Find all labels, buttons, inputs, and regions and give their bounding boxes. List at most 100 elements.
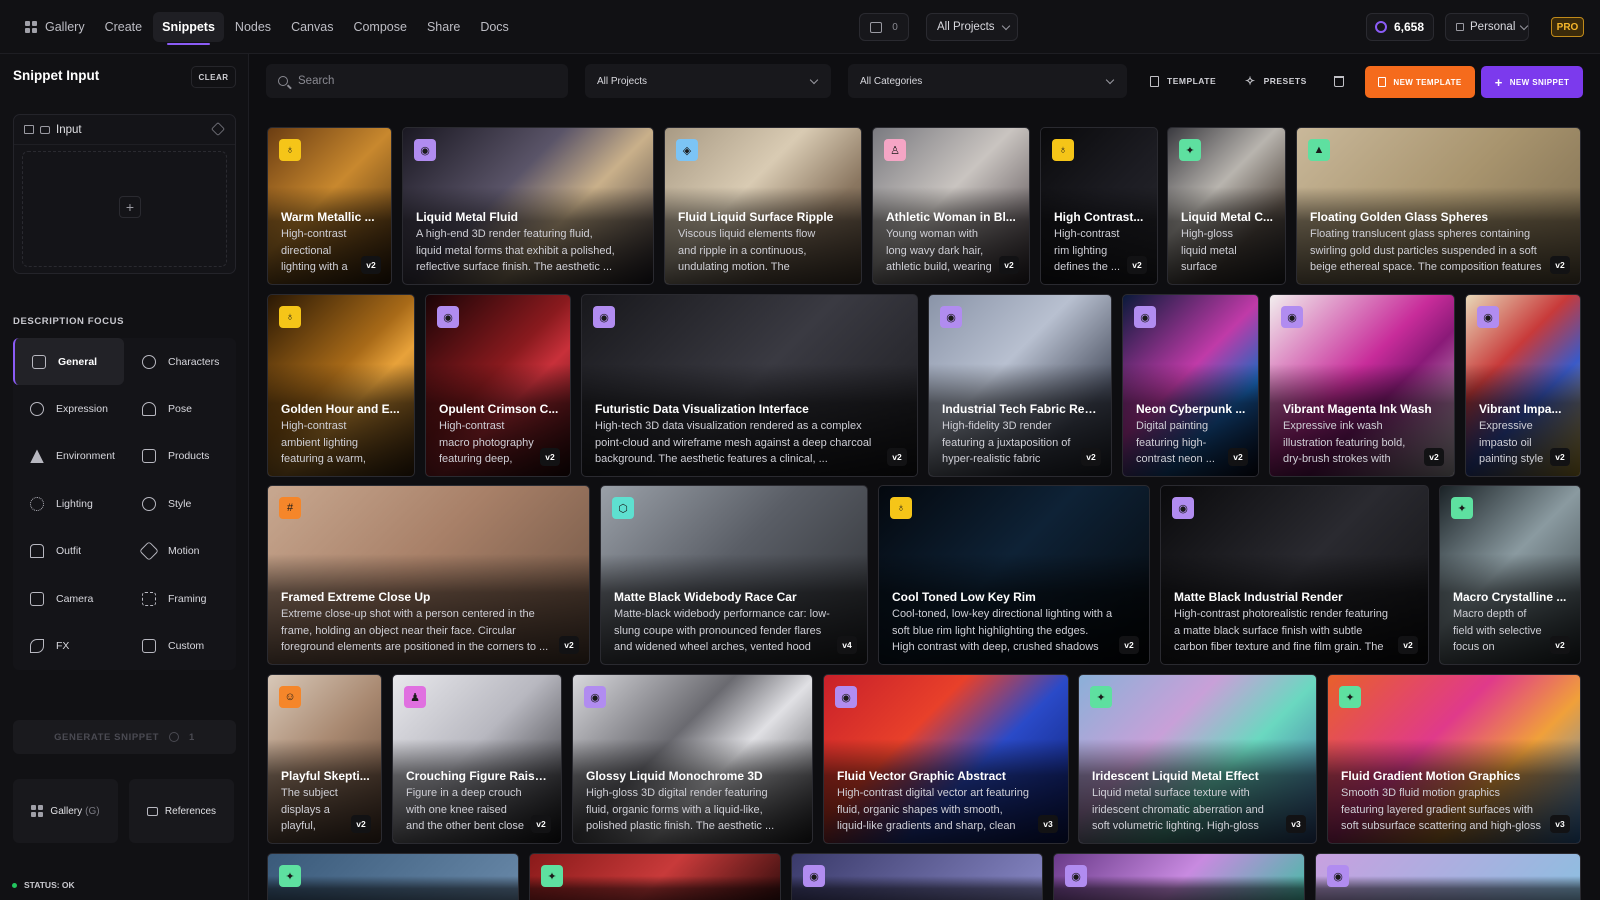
version-badge: v2 bbox=[1398, 636, 1418, 654]
nav-nodes[interactable]: Nodes bbox=[226, 12, 280, 42]
snippet-card[interactable]: ◉ Glossy Liquid Monochrome 3D High-gloss 3… bbox=[572, 674, 813, 844]
generate-snippet-button[interactable]: GENERATE SNIPPET 1 bbox=[13, 720, 236, 754]
snippet-card[interactable]: ◉ Industrial Tech Fabric Ren... High-fidel… bbox=[928, 294, 1112, 477]
sparkle-icon: ✧ bbox=[1245, 74, 1256, 88]
new-template-button[interactable]: NEW TEMPLATE bbox=[1365, 66, 1475, 98]
snippet-card[interactable]: ✦ Fluid Gradient Motion Graphics Smooth 3D… bbox=[1327, 674, 1581, 844]
gallery-button[interactable]: Gallery (G) bbox=[13, 779, 118, 843]
snippet-card[interactable]: ✦ Iridescent Liquid Metal Effect Liquid me… bbox=[1078, 674, 1317, 844]
version-badge: v2 bbox=[531, 815, 551, 833]
nav-share[interactable]: Share bbox=[418, 12, 469, 42]
snippet-card[interactable]: ✦ bbox=[267, 853, 519, 900]
new-template-label: NEW TEMPLATE bbox=[1393, 77, 1462, 87]
template-button[interactable]: TEMPLATE bbox=[1150, 64, 1216, 98]
status-dot-icon bbox=[12, 882, 17, 888]
focus-products[interactable]: Products bbox=[125, 433, 236, 480]
version-badge: v2 bbox=[1550, 448, 1570, 466]
snippet-card[interactable]: ♁ Warm Metallic ... High-contrast directio… bbox=[267, 127, 392, 285]
card-title: High Contrast... bbox=[1054, 210, 1144, 224]
search-input[interactable]: Search bbox=[266, 64, 568, 98]
box-icon bbox=[142, 449, 156, 464]
focus-lighting[interactable]: Lighting bbox=[13, 480, 124, 527]
focus-camera[interactable]: Camera bbox=[13, 575, 124, 622]
delete-button[interactable] bbox=[1334, 64, 1344, 98]
snippet-card[interactable]: ♁ Golden Hour and E... High-contrast ambie… bbox=[267, 294, 415, 477]
snippet-card[interactable]: ◉ Fluid Vector Graphic Abstract High-contr… bbox=[823, 674, 1069, 844]
categories-filter[interactable]: All Categories bbox=[848, 64, 1127, 98]
bulb-icon: ♁ bbox=[279, 139, 301, 161]
generate-label: GENERATE SNIPPET bbox=[54, 731, 160, 743]
focus-framing[interactable]: Framing bbox=[125, 575, 236, 622]
cart-icon bbox=[870, 21, 883, 33]
snippet-card[interactable]: ◉ Vibrant Impa... Expressive impasto oil p… bbox=[1465, 294, 1581, 477]
focus-characters[interactable]: Characters bbox=[125, 338, 236, 385]
new-snippet-button[interactable]: + NEW SNIPPET bbox=[1481, 66, 1583, 98]
focus-expression[interactable]: Expression bbox=[13, 385, 124, 432]
projects-filter[interactable]: All Projects bbox=[585, 64, 831, 98]
chevron-down-icon bbox=[1105, 75, 1115, 84]
workspace-select[interactable]: Personal bbox=[1445, 13, 1529, 41]
snippet-card[interactable]: ✦ Macro Crystalline ... Macro depth of fie… bbox=[1439, 485, 1581, 665]
input-dropzone[interactable]: + bbox=[22, 151, 227, 267]
snippet-card[interactable]: ♁ High Contrast... High-contrast rim light… bbox=[1040, 127, 1158, 285]
references-button[interactable]: References bbox=[129, 779, 234, 843]
snippet-card[interactable]: ◈ Fluid Liquid Surface Ripple Viscous liqu… bbox=[664, 127, 862, 285]
nav-create[interactable]: Create bbox=[96, 12, 152, 42]
snippet-card[interactable]: ◉ bbox=[1315, 853, 1581, 900]
snippet-card[interactable]: ▲ Floating Golden Glass Spheres Floating t… bbox=[1296, 127, 1581, 285]
focus-pose[interactable]: Pose bbox=[125, 385, 236, 432]
nav-gallery[interactable]: Gallery bbox=[16, 12, 94, 42]
file-icon bbox=[1378, 77, 1387, 87]
focus-label: General bbox=[58, 355, 98, 368]
snippet-card[interactable]: ✦ Liquid Metal C... High-gloss liquid meta… bbox=[1167, 127, 1286, 285]
plan-badge[interactable]: PRO bbox=[1551, 17, 1584, 37]
focus-custom[interactable]: Custom bbox=[125, 622, 236, 669]
snippet-card[interactable]: ♟ Crouching Figure Raise... Figure in a de… bbox=[392, 674, 562, 844]
nav-docs[interactable]: Docs bbox=[471, 12, 517, 42]
snippet-card[interactable]: # Framed Extreme Close Up Extreme close-up… bbox=[267, 485, 590, 665]
card-description: Viscous liquid elements flow and ripple … bbox=[678, 228, 816, 273]
version-badge: v2 bbox=[1550, 256, 1570, 274]
snippet-card[interactable]: ☺ Playful Skepti... The subject displays a… bbox=[267, 674, 382, 844]
snippet-card[interactable]: ✦ bbox=[529, 853, 781, 900]
presets-button[interactable]: ✧ PRESETS bbox=[1245, 64, 1307, 98]
focus-fx[interactable]: FX bbox=[13, 622, 124, 669]
coin-icon bbox=[169, 732, 180, 742]
add-input-button[interactable]: + bbox=[119, 196, 141, 218]
sidebar-title: Snippet Input bbox=[13, 68, 100, 83]
nav-snippets[interactable]: Snippets bbox=[153, 11, 224, 45]
clear-button[interactable]: CLEAR bbox=[191, 66, 236, 88]
presets-label: PRESETS bbox=[1263, 76, 1307, 86]
card-title: Liquid Metal C... bbox=[1181, 210, 1273, 224]
snippet-card[interactable]: ◉ Opulent Crimson C... High-contrast macro… bbox=[425, 294, 571, 477]
focus-general[interactable]: General bbox=[13, 338, 124, 386]
snippet-card[interactable]: ◉ Neon Cyberpunk ... Digital painting feat… bbox=[1122, 294, 1259, 477]
focus-style[interactable]: Style bbox=[125, 480, 236, 527]
card-description: The subject displays a playful, skeptica… bbox=[281, 787, 338, 832]
snippet-card[interactable]: ◉ Liquid Metal Fluid A high-end 3D render … bbox=[402, 127, 654, 285]
snippet-card[interactable]: ⬡ Matte Black Widebody Race Car Matte-blac… bbox=[600, 485, 868, 665]
template-label: TEMPLATE bbox=[1167, 76, 1217, 86]
snippet-card[interactable]: ◉ bbox=[791, 853, 1043, 900]
nav-canvas[interactable]: Canvas bbox=[282, 12, 342, 42]
card-description: Matte-black widebody performance car: lo… bbox=[614, 608, 830, 653]
snippet-card[interactable]: ♙ Athletic Woman in Bl... Young woman with… bbox=[872, 127, 1030, 285]
attach-icon[interactable] bbox=[210, 121, 226, 137]
nav-compose[interactable]: Compose bbox=[344, 12, 416, 42]
snippet-card[interactable]: ◉ Matte Black Industrial Render High-contr… bbox=[1160, 485, 1429, 665]
snippet-card[interactable]: ◉ Vibrant Magenta Ink Wash Expressive ink … bbox=[1269, 294, 1455, 477]
cart-button[interactable]: 0 bbox=[859, 13, 909, 41]
snippet-card[interactable]: ◉ bbox=[1053, 853, 1305, 900]
bulb-icon: ♁ bbox=[890, 497, 912, 519]
focus-environment[interactable]: Environment bbox=[13, 433, 124, 480]
person-icon: ♙ bbox=[884, 139, 906, 161]
credits-display[interactable]: 6,658 bbox=[1366, 13, 1434, 41]
snippet-card[interactable]: ♁ Cool Toned Low Key Rim Cool-toned, low-k… bbox=[878, 485, 1150, 665]
palette-icon: ◉ bbox=[940, 306, 962, 328]
snippet-card[interactable]: ◉ Futuristic Data Visualization Interface… bbox=[581, 294, 918, 477]
sparkle-icon: ✦ bbox=[1451, 497, 1473, 519]
focus-motion[interactable]: Motion bbox=[125, 528, 236, 575]
card-title: Framed Extreme Close Up bbox=[281, 590, 431, 604]
project-select[interactable]: All Projects bbox=[926, 13, 1018, 41]
focus-outfit[interactable]: Outfit bbox=[13, 528, 124, 575]
